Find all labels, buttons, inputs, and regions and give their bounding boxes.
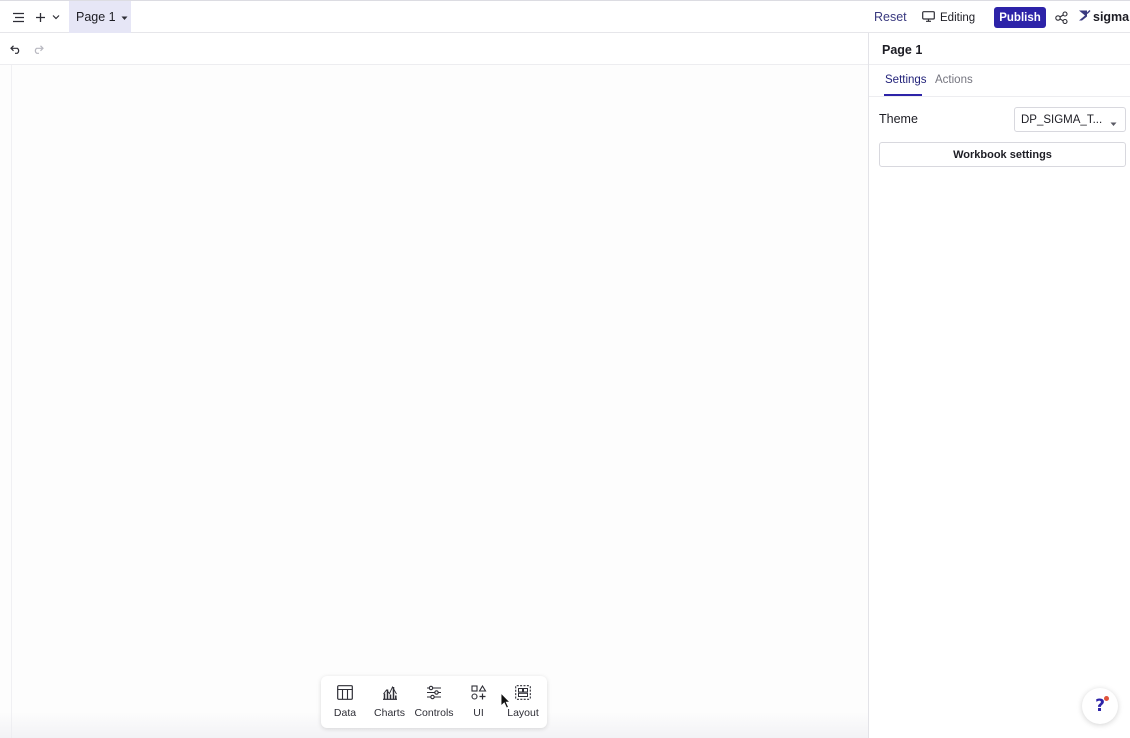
workbook-canvas[interactable] [0, 33, 868, 738]
page-tab-label: Page 1 [76, 10, 116, 24]
workbook-settings-button[interactable]: Workbook settings [879, 142, 1126, 167]
undo-redo-bar [0, 33, 868, 65]
editing-mode-button[interactable]: Editing [915, 7, 987, 28]
top-bar: Page 1 Reset Editing Publish sigma [0, 0, 1130, 33]
add-ui-button[interactable]: UI [458, 676, 500, 728]
monitor-icon [922, 10, 940, 25]
reset-button[interactable]: Reset [874, 10, 907, 24]
caret-down-icon [121, 10, 128, 24]
notification-dot [1104, 696, 1109, 701]
brand-label: sigma [1093, 10, 1130, 24]
editing-label: Editing [940, 11, 976, 24]
tool-label-controls: Controls [414, 707, 454, 719]
grid-edge [11, 65, 12, 738]
properties-panel: Page 1 Settings Actions Theme DP_SIGMA_T… [868, 33, 1130, 738]
add-data-button[interactable]: Data [324, 676, 366, 728]
undo-icon[interactable] [9, 42, 23, 56]
sliders-icon [426, 685, 442, 703]
sigma-logo: sigma [1078, 9, 1129, 25]
page-tab[interactable]: Page 1 [69, 1, 131, 33]
mouse-cursor-icon [500, 691, 512, 712]
shapes-icon [470, 684, 487, 703]
caret-down-icon [1110, 118, 1117, 130]
tool-label-ui: UI [473, 707, 484, 719]
chevron-down-icon[interactable] [51, 11, 61, 23]
theme-select[interactable]: DP_SIGMA_T... [1014, 107, 1126, 132]
menu-icon[interactable] [11, 10, 25, 24]
tab-settings[interactable]: Settings [885, 74, 927, 86]
divider [869, 96, 1130, 97]
help-button[interactable]: ? [1082, 688, 1118, 724]
chart-icon [382, 685, 398, 703]
add-control-button[interactable]: Controls [413, 676, 455, 728]
add-icon[interactable] [34, 10, 47, 24]
share-icon[interactable] [1054, 10, 1068, 24]
theme-label: Theme [879, 112, 918, 126]
sigma-logo-icon [1078, 9, 1093, 25]
layout-icon [515, 685, 531, 703]
redo-icon[interactable] [31, 42, 45, 56]
add-chart-button[interactable]: Charts [369, 676, 411, 728]
theme-value: DP_SIGMA_T... [1021, 113, 1103, 126]
tab-actions[interactable]: Actions [935, 74, 973, 86]
add-element-toolbar: Data Charts Controls UI Layout [321, 676, 547, 728]
divider [869, 64, 1130, 65]
table-icon [337, 685, 353, 703]
publish-button[interactable]: Publish [994, 7, 1046, 28]
tool-label-charts: Charts [374, 707, 405, 719]
panel-title: Page 1 [882, 43, 923, 57]
tool-label-data: Data [333, 707, 357, 719]
